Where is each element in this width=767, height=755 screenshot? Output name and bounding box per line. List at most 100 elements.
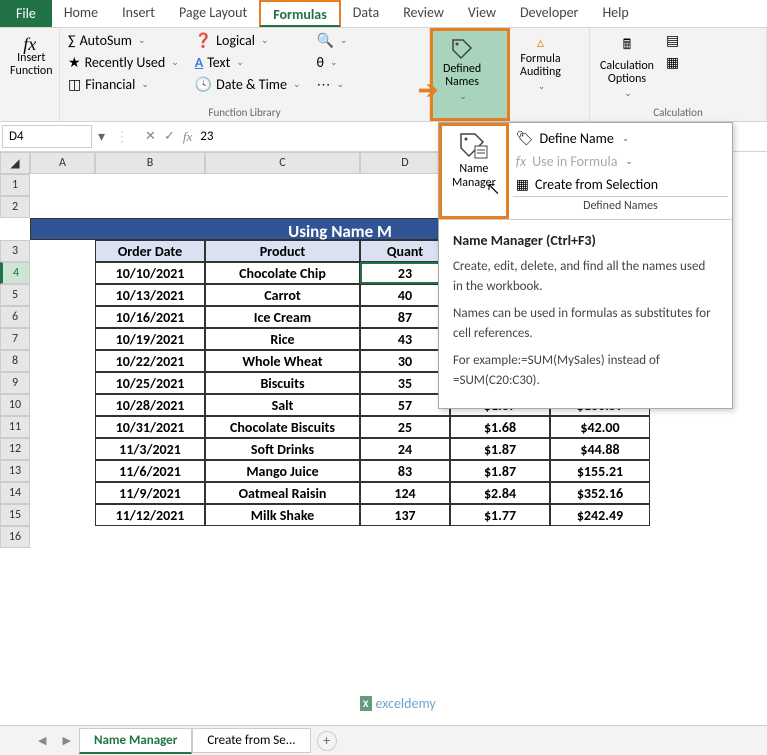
table-cell[interactable]: 10/22/2021 <box>95 350 205 372</box>
table-cell[interactable]: 11/9/2021 <box>95 482 205 504</box>
table-cell[interactable]: Biscuits <box>205 372 360 394</box>
new-sheet-button[interactable]: + <box>317 731 337 751</box>
tab-help[interactable]: Help <box>590 0 640 27</box>
financial-button[interactable]: ◫Financial⌄ <box>64 74 183 95</box>
table-cell[interactable]: 30 <box>360 350 450 372</box>
defined-names-button[interactable]: Defined Names ⌄ <box>437 33 487 106</box>
sheet-tab-create-from-selection[interactable]: Create from Se... <box>192 728 310 753</box>
table-cell[interactable]: 25 <box>360 416 450 438</box>
namebox-dropdown[interactable]: ▾ <box>94 128 109 145</box>
row-5[interactable]: 5 <box>0 284 30 306</box>
lookup-button[interactable]: 🔍⌄ <box>312 30 351 51</box>
table-cell[interactable]: Soft Drinks <box>205 438 360 460</box>
table-cell[interactable]: 11/3/2021 <box>95 438 205 460</box>
tab-view[interactable]: View <box>456 0 508 27</box>
insert-function-button[interactable]: fx Insert Function <box>4 30 59 82</box>
row-11[interactable]: 11 <box>0 416 30 438</box>
table-cell[interactable]: 124 <box>360 482 450 504</box>
table-cell[interactable]: 87 <box>360 306 450 328</box>
more-button[interactable]: ⋯⌄ <box>312 74 351 95</box>
active-cell[interactable]: 23 <box>360 262 450 284</box>
row-4[interactable]: 4 <box>0 262 30 284</box>
name-manager-button[interactable]: Name Manager ↖ <box>439 123 509 219</box>
table-cell[interactable]: 24 <box>360 438 450 460</box>
table-cell[interactable]: Milk Shake <box>205 504 360 526</box>
formula-value[interactable]: 23 <box>200 129 213 144</box>
table-cell[interactable]: 10/16/2021 <box>95 306 205 328</box>
table-cell[interactable]: Oatmeal Raisin <box>205 482 360 504</box>
enter-icon[interactable]: ✓ <box>164 129 175 144</box>
row-16[interactable]: 16 <box>0 526 30 548</box>
table-cell[interactable]: Chocolate Chip <box>205 262 360 284</box>
table-cell[interactable]: 10/10/2021 <box>95 262 205 284</box>
table-cell[interactable]: $44.88 <box>550 438 650 460</box>
table-cell[interactable]: 10/13/2021 <box>95 284 205 306</box>
table-cell[interactable]: $242.49 <box>550 504 650 526</box>
table-cell[interactable]: Whole Wheat <box>205 350 360 372</box>
table-cell[interactable]: 11/12/2021 <box>95 504 205 526</box>
col-b[interactable]: B <box>95 152 205 174</box>
row-2[interactable]: 2 <box>0 196 30 218</box>
table-cell[interactable]: 57 <box>360 394 450 416</box>
table-cell[interactable]: Rice <box>205 328 360 350</box>
table-cell[interactable]: 11/6/2021 <box>95 460 205 482</box>
tab-developer[interactable]: Developer <box>508 0 590 27</box>
row-10[interactable]: 10 <box>0 394 30 416</box>
table-cell[interactable]: $1.87 <box>450 460 550 482</box>
calc-now-button[interactable]: ▤ <box>662 30 683 51</box>
table-cell[interactable]: Carrot <box>205 284 360 306</box>
select-all[interactable]: ◢ <box>0 152 30 174</box>
col-d[interactable]: D <box>360 152 450 174</box>
tab-file[interactable]: File <box>0 0 52 27</box>
calculation-options-button[interactable]: 🖩 Calculation Options ⌄ <box>594 30 660 103</box>
table-cell[interactable]: Salt <box>205 394 360 416</box>
fx-icon[interactable]: fx <box>183 129 192 145</box>
name-box[interactable] <box>2 125 92 148</box>
row-6[interactable]: 6 <box>0 306 30 328</box>
formula-auditing-button[interactable]: ▵ Formula Auditing ⌄ <box>514 30 567 96</box>
autosum-button[interactable]: ∑AutoSum⌄ <box>64 30 183 51</box>
table-cell[interactable]: $1.77 <box>450 504 550 526</box>
table-cell[interactable]: 10/19/2021 <box>95 328 205 350</box>
table-cell[interactable]: 40 <box>360 284 450 306</box>
table-cell[interactable]: 10/28/2021 <box>95 394 205 416</box>
row-15[interactable]: 15 <box>0 504 30 526</box>
table-cell[interactable]: Mango Juice <box>205 460 360 482</box>
sheet-tab-name-manager[interactable]: Name Manager <box>79 728 192 754</box>
tab-data[interactable]: Data <box>341 0 391 27</box>
table-cell[interactable]: 35 <box>360 372 450 394</box>
row-7[interactable]: 7 <box>0 328 30 350</box>
tab-formulas[interactable]: Formulas <box>259 0 341 27</box>
row-1[interactable]: 1 <box>0 174 30 196</box>
define-name-item[interactable]: 🏷Define Name⌄ <box>513 127 728 150</box>
table-cell[interactable]: 137 <box>360 504 450 526</box>
table-cell[interactable]: 10/31/2021 <box>95 416 205 438</box>
date-time-button[interactable]: 🕓Date & Time⌄ <box>191 74 305 95</box>
table-cell[interactable]: 83 <box>360 460 450 482</box>
tab-home[interactable]: Home <box>52 0 110 27</box>
row-12[interactable]: 12 <box>0 438 30 460</box>
table-cell[interactable]: $2.84 <box>450 482 550 504</box>
create-from-selection-item[interactable]: ▦Create from Selection <box>513 173 728 196</box>
logical-button[interactable]: ❓Logical⌄ <box>191 30 305 51</box>
table-cell[interactable]: $352.16 <box>550 482 650 504</box>
tab-insert[interactable]: Insert <box>110 0 167 27</box>
table-cell[interactable]: Ice Cream <box>205 306 360 328</box>
row-14[interactable]: 14 <box>0 482 30 504</box>
table-cell[interactable]: Chocolate Biscuits <box>205 416 360 438</box>
text-button[interactable]: AText⌄ <box>191 52 305 73</box>
row-9[interactable]: 9 <box>0 372 30 394</box>
calc-sheet-button[interactable]: ▦ <box>662 52 683 73</box>
row-8[interactable]: 8 <box>0 350 30 372</box>
table-cell[interactable]: 43 <box>360 328 450 350</box>
row-13[interactable]: 13 <box>0 460 30 482</box>
cancel-icon[interactable]: ✕ <box>145 129 156 144</box>
tab-review[interactable]: Review <box>391 0 456 27</box>
table-cell[interactable]: $1.87 <box>450 438 550 460</box>
row-3[interactable]: 3 <box>0 240 30 262</box>
table-cell[interactable]: $155.21 <box>550 460 650 482</box>
col-a[interactable]: A <box>30 152 95 174</box>
math-button[interactable]: θ⌄ <box>312 52 351 73</box>
table-cell[interactable]: $1.68 <box>450 416 550 438</box>
recently-used-button[interactable]: ★Recently Used⌄ <box>64 52 183 73</box>
